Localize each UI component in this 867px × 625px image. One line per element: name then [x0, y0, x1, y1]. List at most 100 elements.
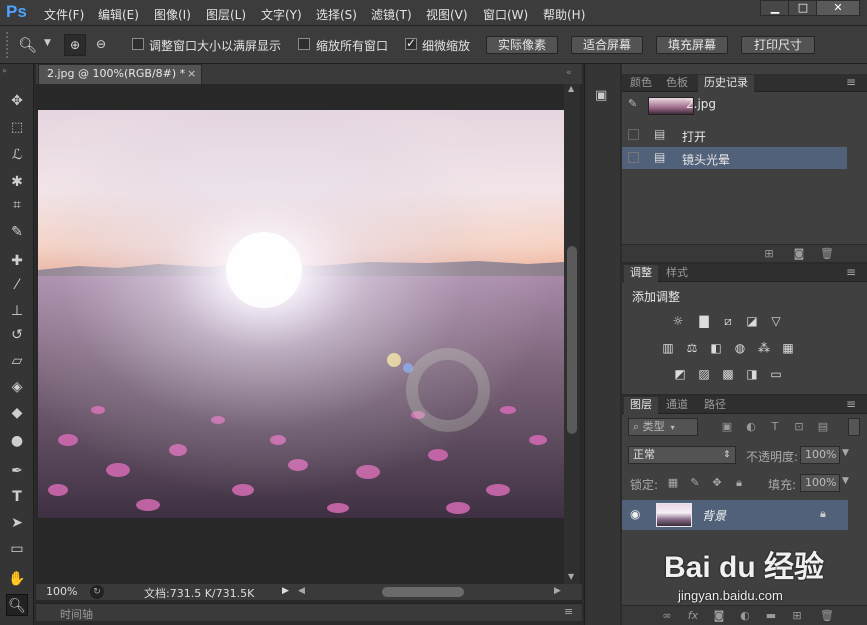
menu-view[interactable]: 视图(V)	[426, 6, 468, 23]
scroll-down-icon[interactable]: ▼	[568, 572, 574, 581]
zoom-tool-icon[interactable]: 🔍︎	[6, 594, 28, 616]
color-lookup-icon[interactable]: ▦	[780, 341, 796, 355]
filter-smart-object-icon[interactable]: ▤	[816, 420, 830, 434]
levels-icon[interactable]: ▇	[696, 314, 712, 328]
vibrance-icon[interactable]: ▽	[768, 314, 784, 328]
tab-paths[interactable]: 路径	[698, 397, 732, 414]
lock-position-icon[interactable]: ✥	[710, 476, 724, 490]
opacity-input[interactable]: 100%	[800, 446, 840, 464]
marquee-tool-icon[interactable]: ⬚	[6, 117, 28, 139]
fill-screen-button[interactable]: 填充屏幕	[656, 36, 728, 54]
magic-wand-tool-icon[interactable]: ✱	[6, 171, 28, 193]
menu-image[interactable]: 图像(I)	[154, 6, 191, 23]
filter-type-icon[interactable]: T	[768, 420, 782, 434]
history-state-selected[interactable]: ▤ 镜头光晕	[622, 147, 847, 169]
fill-dropdown-icon[interactable]: ▼	[842, 476, 849, 486]
lock-transparent-icon[interactable]: ▦	[666, 476, 680, 490]
new-adjustment-layer-icon[interactable]: ◐	[738, 609, 752, 623]
adjustments-menu-icon[interactable]: ≡	[846, 265, 856, 279]
menu-help[interactable]: 帮助(H)	[543, 6, 585, 23]
menu-type[interactable]: 文字(Y)	[261, 6, 302, 23]
toolbar-collapse-icon[interactable]: »	[2, 66, 7, 75]
fit-screen-button[interactable]: 适合屏幕	[571, 36, 643, 54]
delete-state-icon[interactable]: 🗑︎	[820, 247, 834, 261]
hand-tool-icon[interactable]: ✋	[6, 568, 28, 590]
layer-visibility-eye-icon[interactable]: ◉	[630, 507, 640, 521]
close-tab-icon[interactable]: ×	[187, 65, 196, 83]
filter-pixel-icon[interactable]: ▣	[720, 420, 734, 434]
tab-styles[interactable]: 样式	[660, 265, 694, 282]
layers-menu-icon[interactable]: ≡	[846, 397, 856, 411]
maximize-button[interactable]: □	[788, 0, 818, 16]
lasso-tool-icon[interactable]: ℒ	[6, 144, 28, 166]
options-grip[interactable]	[6, 32, 10, 58]
tab-color[interactable]: 颜色	[624, 75, 658, 92]
delete-layer-icon[interactable]: 🗑︎	[820, 609, 834, 623]
zoom-out-icon[interactable]: ⊖	[90, 34, 112, 56]
history-menu-icon[interactable]: ≡	[846, 75, 856, 89]
invert-icon[interactable]: ◩	[672, 367, 688, 381]
tab-history[interactable]: 历史记录	[698, 75, 754, 92]
menu-layer[interactable]: 图层(L)	[206, 6, 246, 23]
add-mask-icon[interactable]: ◙	[712, 609, 726, 623]
threshold-icon[interactable]: ▩	[720, 367, 736, 381]
brightness-contrast-icon[interactable]: ☼	[670, 314, 686, 328]
filter-toggle[interactable]	[848, 418, 860, 436]
selective-color-icon[interactable]: ◨	[744, 367, 760, 381]
eyedropper-tool-icon[interactable]: ✎	[6, 221, 28, 243]
print-size-button[interactable]: 打印尺寸	[741, 36, 815, 54]
zoom-tool-preset-icon[interactable]: 🔍︎	[18, 36, 37, 54]
layer-style-icon[interactable]: fx	[686, 609, 700, 623]
opacity-dropdown-icon[interactable]: ▼	[842, 448, 849, 458]
properties-panel-icon[interactable]: ▣	[595, 88, 613, 106]
tab-swatches[interactable]: 色板	[660, 75, 694, 92]
tab-adjustments[interactable]: 调整	[624, 265, 658, 282]
vertical-scroll-thumb[interactable]	[567, 246, 577, 434]
lock-all-icon[interactable]: 🔒︎	[732, 476, 746, 490]
posterize-icon[interactable]: ▨	[696, 367, 712, 381]
menu-edit[interactable]: 编辑(E)	[98, 6, 139, 23]
scroll-up-icon[interactable]: ▲	[568, 84, 574, 93]
history-state[interactable]: ▤ 打开	[622, 124, 847, 146]
history-snapshot[interactable]: ✎ 2.jpg	[622, 94, 847, 116]
doc-panel-collapse-icon[interactable]: «	[566, 68, 572, 78]
paint-bucket-tool-icon[interactable]: ◈	[6, 376, 28, 398]
color-balance-icon[interactable]: ⚖	[684, 341, 700, 355]
dodge-tool-icon[interactable]: ●	[6, 430, 28, 452]
eraser-tool-icon[interactable]: ▱	[6, 350, 28, 372]
lock-pixels-icon[interactable]: ✎	[688, 476, 702, 490]
path-selection-tool-icon[interactable]: ➤	[6, 512, 28, 534]
minimize-button[interactable]: ▁	[760, 0, 790, 16]
timeline-menu-icon[interactable]: ≡	[564, 605, 573, 618]
status-menu-arrow-icon[interactable]: ▶	[282, 586, 289, 596]
close-window-button[interactable]: ✕	[816, 0, 860, 16]
new-document-from-state-icon[interactable]: ⊞	[762, 247, 776, 261]
zoom-level[interactable]: 100%	[46, 585, 77, 598]
photo-filter-icon[interactable]: ◍	[732, 341, 748, 355]
healing-brush-tool-icon[interactable]: ✚	[6, 250, 28, 272]
hue-saturation-icon[interactable]: ▥	[660, 341, 676, 355]
menu-window[interactable]: 窗口(W)	[483, 6, 528, 23]
new-layer-icon[interactable]: ⊞	[790, 609, 804, 623]
zoom-all-windows-checkbox[interactable]	[298, 38, 310, 50]
image-canvas[interactable]	[38, 110, 564, 518]
layer-filter-kind-select[interactable]: ⌕ 类型 ▾	[628, 418, 698, 436]
pen-tool-icon[interactable]: ✒	[6, 460, 28, 482]
zoom-in-icon[interactable]: ⊕	[64, 34, 86, 56]
horizontal-scroll-thumb[interactable]	[382, 587, 464, 597]
layer-row[interactable]: ◉ 背景 🔒︎	[622, 500, 848, 530]
menu-select[interactable]: 选择(S)	[316, 6, 357, 23]
channel-mixer-icon[interactable]: ⁂	[756, 341, 772, 355]
link-layers-icon[interactable]: ∞	[660, 609, 674, 623]
tab-layers[interactable]: 图层	[624, 397, 658, 414]
preset-dropdown-icon[interactable]: ▼	[44, 38, 51, 48]
black-white-icon[interactable]: ◧	[708, 341, 724, 355]
history-brush-tool-icon[interactable]: ↺	[6, 324, 28, 346]
vertical-scrollbar[interactable]: ▲ ▼	[564, 84, 580, 584]
gradient-map-icon[interactable]: ▭	[768, 367, 784, 381]
actual-pixels-button[interactable]: 实际像素	[486, 36, 558, 54]
exposure-icon[interactable]: ◪	[744, 314, 760, 328]
move-tool-icon[interactable]: ✥	[6, 90, 28, 112]
clone-stamp-tool-icon[interactable]: ⊥	[6, 300, 28, 322]
resize-windows-checkbox[interactable]	[132, 38, 144, 50]
